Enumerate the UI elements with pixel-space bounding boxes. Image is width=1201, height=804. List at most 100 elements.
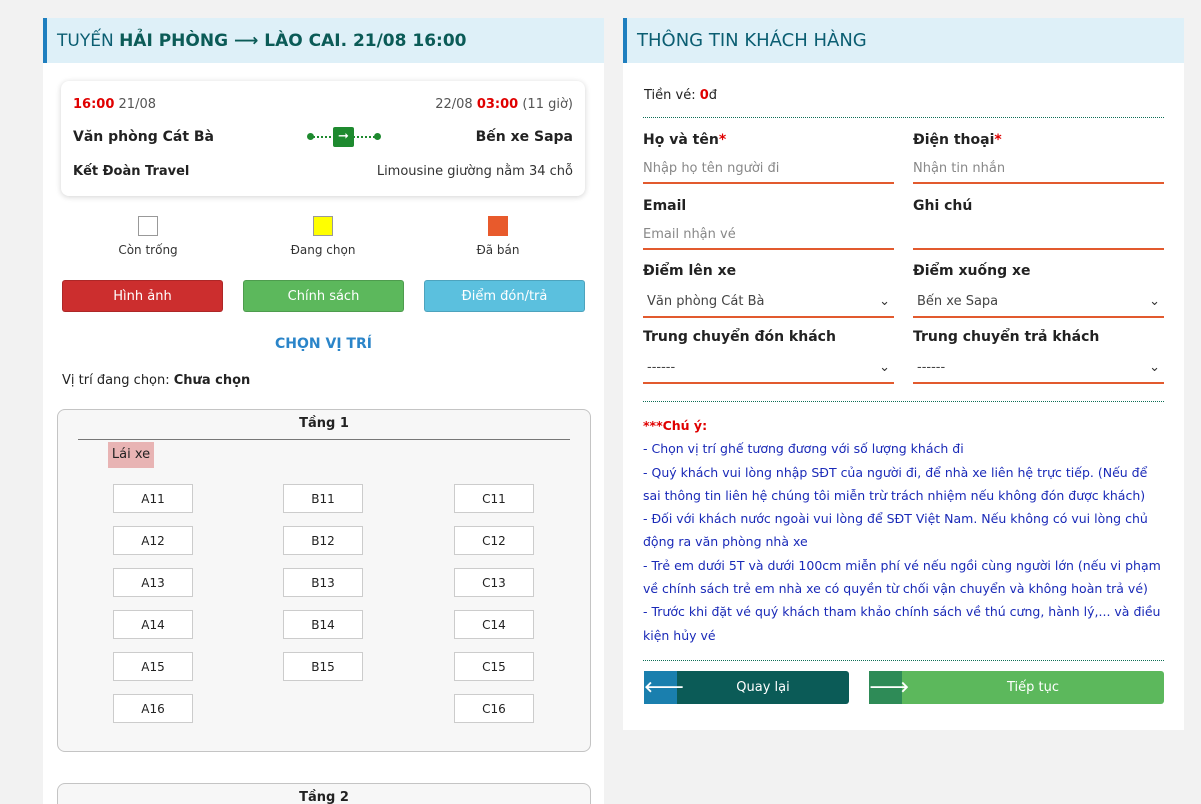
current-seat-value: Chưa chọn bbox=[173, 373, 251, 388]
route-datetime: . 21/08 16:00 bbox=[340, 30, 467, 51]
arrive-time: 03:00 bbox=[476, 97, 519, 112]
phone-label: Điện thoại* bbox=[913, 132, 1002, 148]
seat[interactable]: B12 bbox=[283, 526, 363, 555]
name-label: Họ và tên* bbox=[643, 132, 727, 148]
current-seat: Vị trí đang chọn: Chưa chọn bbox=[62, 373, 250, 388]
seat[interactable]: C13 bbox=[454, 568, 534, 597]
arrow-right-icon: 🡒 bbox=[869, 671, 909, 704]
price-value: 0 bbox=[699, 88, 709, 103]
dropoff-select[interactable]: Bến xe Sapa ⌄ bbox=[913, 289, 1164, 318]
note-line: - Trước khi đặt vé quý khách tham khảo c… bbox=[643, 604, 1161, 643]
phone-input[interactable]: Nhận tin nhắn bbox=[913, 158, 1164, 184]
note-line: - Quý khách vui lòng nhập SĐT của người … bbox=[643, 464, 1148, 503]
floor-title: Tầng 2 bbox=[299, 790, 349, 804]
seat[interactable]: C12 bbox=[454, 526, 534, 555]
seat[interactable]: A12 bbox=[113, 526, 193, 555]
transfer-pickup-select[interactable]: ------ ⌄ bbox=[643, 355, 894, 384]
floor-2: Tầng 2 bbox=[57, 783, 591, 804]
floor-title: Tầng 1 bbox=[299, 416, 349, 431]
seat[interactable]: C15 bbox=[454, 652, 534, 681]
legend-label: Đang chọn bbox=[290, 243, 356, 257]
note-line: - Chọn vị trí ghế tương đương với số lượ… bbox=[643, 441, 964, 457]
transfer-dropoff-select[interactable]: ------ ⌄ bbox=[913, 355, 1164, 384]
arrive-date: 22/08 bbox=[435, 97, 477, 112]
seat[interactable]: C16 bbox=[454, 694, 534, 723]
seat[interactable]: A13 bbox=[113, 568, 193, 597]
dropoff-field: Điểm xuống xe Bến xe Sapa ⌄ bbox=[913, 263, 1164, 318]
note-input[interactable] bbox=[913, 224, 1164, 250]
trip-duration: (11 giờ) bbox=[518, 97, 573, 112]
selecting-swatch bbox=[313, 216, 333, 236]
seat[interactable]: B14 bbox=[283, 610, 363, 639]
seat[interactable]: A16 bbox=[113, 694, 193, 723]
chevron-down-icon: ⌄ bbox=[1149, 294, 1160, 309]
notes-box: ***Chú ý: - Chọn vị trí ghế tương đương … bbox=[643, 414, 1163, 647]
pickup-select[interactable]: Văn phòng Cát Bà ⌄ bbox=[643, 289, 894, 318]
transfer-pickup-label: Trung chuyển đón khách bbox=[643, 329, 836, 345]
ticket-price: Tiền vé: 0đ bbox=[644, 88, 717, 103]
customer-panel: THÔNG TIN KHÁCH HÀNG Tiền vé: 0đ Họ và t… bbox=[623, 18, 1184, 730]
legend-label: Đã bán bbox=[476, 243, 520, 257]
arrival-station: Bến xe Sapa bbox=[475, 129, 573, 145]
price-currency: đ bbox=[708, 88, 718, 103]
route-arrow-icon: ➞ bbox=[307, 127, 381, 147]
customer-header: THÔNG TIN KHÁCH HÀNG bbox=[623, 18, 1184, 63]
pickup-field: Điểm lên xe Văn phòng Cát Bà ⌄ bbox=[643, 263, 894, 318]
legend-label: Còn trống bbox=[118, 243, 178, 257]
choose-seat-title: CHỌN VỊ TRÍ bbox=[275, 336, 372, 352]
current-seat-label: Vị trí đang chọn: bbox=[62, 373, 174, 388]
continue-button[interactable]: 🡒 Tiếp tục bbox=[869, 671, 1164, 704]
route-title: HẢI PHÒNG ⟶ LÀO CAI bbox=[119, 30, 341, 51]
note-label: Ghi chú bbox=[913, 198, 973, 214]
chevron-down-icon: ⌄ bbox=[879, 294, 890, 309]
depart-time: 16:00 bbox=[73, 97, 115, 112]
dropoff-label: Điểm xuống xe bbox=[913, 263, 1031, 279]
pickup-label: Điểm lên xe bbox=[643, 263, 737, 279]
email-label: Email bbox=[643, 198, 687, 214]
seat[interactable]: C11 bbox=[454, 484, 534, 513]
driver-seat: Lái xe bbox=[108, 442, 154, 468]
email-field: Email Email nhận vé bbox=[643, 198, 894, 250]
departure-station: Văn phòng Cát Bà bbox=[73, 129, 214, 145]
images-button[interactable]: Hình ảnh bbox=[62, 280, 223, 312]
trip-card: 16:00 21/08 22/08 03:00 (11 giờ) Văn phò… bbox=[61, 81, 585, 196]
route-header: TUYẾN HẢI PHÒNG ⟶ LÀO CAI. 21/08 16:00 bbox=[43, 18, 604, 63]
price-label: Tiền vé: bbox=[644, 88, 700, 103]
transfer-dropoff-field: Trung chuyển trả khách ------ ⌄ bbox=[913, 329, 1164, 384]
note-line: - Trẻ em dưới 5T và dưới 100cm miễn phí … bbox=[643, 557, 1161, 597]
depart-date: 21/08 bbox=[114, 97, 156, 112]
legend-available: Còn trống bbox=[88, 216, 208, 257]
phone-field: Điện thoại* Nhận tin nhắn bbox=[913, 132, 1164, 184]
transfer-pickup-field: Trung chuyển đón khách ------ ⌄ bbox=[643, 329, 894, 384]
name-input[interactable]: Nhập họ tên người đi bbox=[643, 158, 894, 184]
note-field: Ghi chú bbox=[913, 198, 1164, 250]
seat[interactable]: B13 bbox=[283, 568, 363, 597]
sold-swatch bbox=[488, 216, 508, 236]
seat[interactable]: B15 bbox=[283, 652, 363, 681]
vehicle-type: Limousine giường nằm 34 chỗ bbox=[376, 164, 573, 179]
depart-info: 16:00 21/08 bbox=[73, 97, 156, 112]
seat[interactable]: C14 bbox=[454, 610, 534, 639]
note-line: - Đối với khách nước ngoài vui lòng để S… bbox=[643, 511, 1148, 550]
email-input[interactable]: Email nhận vé bbox=[643, 224, 894, 250]
available-swatch bbox=[138, 216, 158, 236]
seat[interactable]: A15 bbox=[113, 652, 193, 681]
chevron-down-icon: ⌄ bbox=[1149, 360, 1160, 375]
legend-selecting: Đang chọn bbox=[263, 216, 383, 257]
transfer-dropoff-label: Trung chuyển trả khách bbox=[913, 329, 1100, 345]
seat[interactable]: A11 bbox=[113, 484, 193, 513]
bus-company: Kết Đoàn Travel bbox=[73, 164, 190, 179]
floor-1: Tầng 1 Lái xe A11 A12 A13 A14 A15 A16 B1… bbox=[57, 409, 591, 752]
trip-panel: TUYẾN HẢI PHÒNG ⟶ LÀO CAI. 21/08 16:00 1… bbox=[43, 18, 604, 804]
notes-title: ***Chú ý: bbox=[643, 418, 708, 433]
arrive-info: 22/08 03:00 (11 giờ) bbox=[435, 97, 573, 112]
name-field: Họ và tên* Nhập họ tên người đi bbox=[643, 132, 894, 184]
back-button[interactable]: 🡐 Quay lại bbox=[644, 671, 849, 704]
pickup-dropoff-button[interactable]: Điểm đón/trả bbox=[424, 280, 585, 312]
policy-button[interactable]: Chính sách bbox=[243, 280, 404, 312]
route-prefix: TUYẾN bbox=[57, 30, 114, 51]
arrow-left-icon: 🡐 bbox=[644, 671, 684, 704]
chevron-down-icon: ⌄ bbox=[879, 360, 890, 375]
seat[interactable]: A14 bbox=[113, 610, 193, 639]
seat[interactable]: B11 bbox=[283, 484, 363, 513]
